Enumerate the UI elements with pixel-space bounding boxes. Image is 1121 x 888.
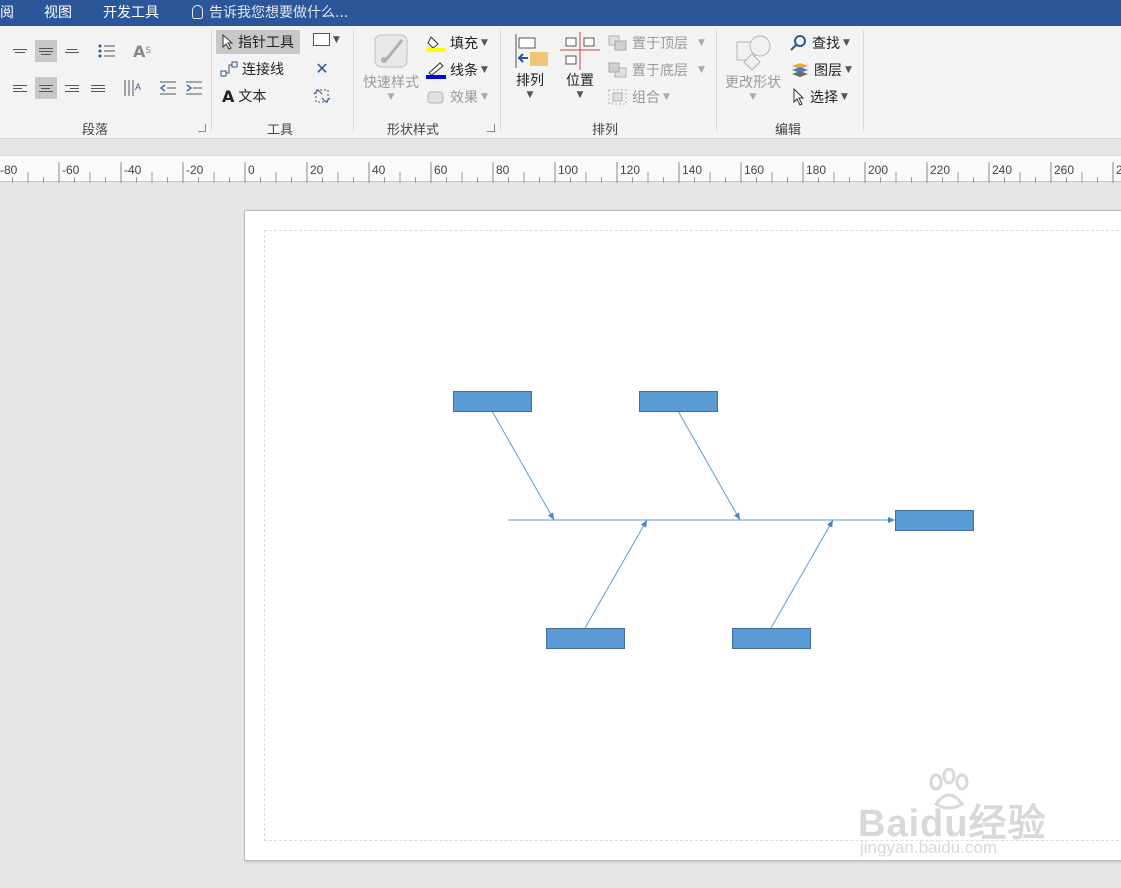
watermark-url: jingyan.baidu.com — [860, 838, 998, 857]
bone-line-bottom-left[interactable] — [584, 519, 648, 629]
fishbone-connectors — [491, 410, 895, 629]
bone-line-top-right[interactable] — [677, 410, 741, 521]
effect-box-head[interactable] — [895, 510, 974, 531]
cause-box-bottom-right[interactable] — [732, 628, 811, 649]
bone-line-top-left[interactable] — [491, 410, 555, 521]
bone-line-bottom-right[interactable] — [770, 519, 834, 629]
cause-box-top-right[interactable] — [639, 391, 718, 412]
cause-box-top-left[interactable] — [453, 391, 532, 412]
baidu-watermark: Baidu经验 jingyan.baidu.com — [858, 768, 1063, 860]
cause-box-bottom-left[interactable] — [546, 628, 625, 649]
